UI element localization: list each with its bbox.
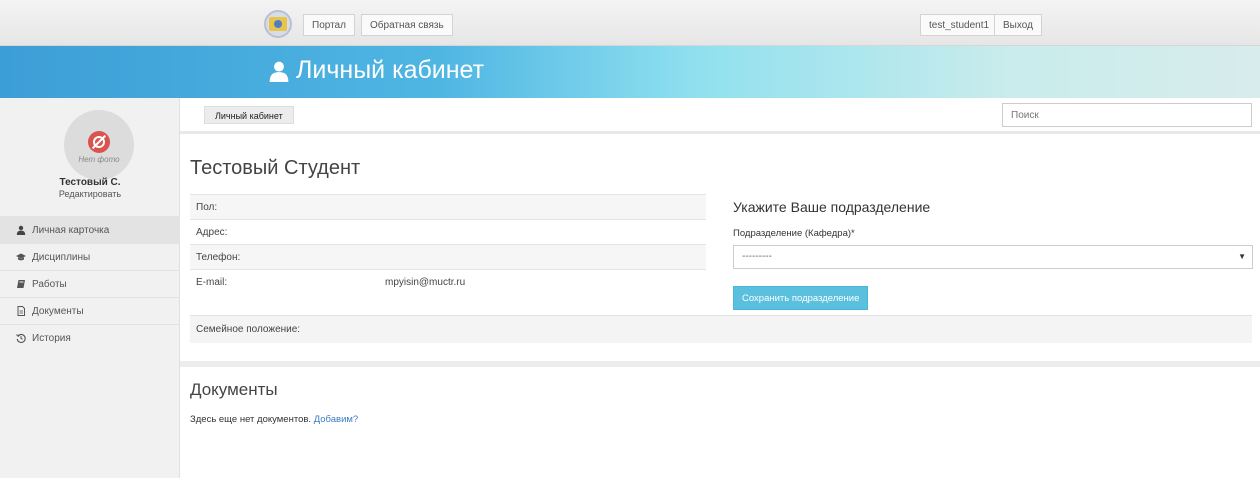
table-row: Пол: — [190, 194, 706, 219]
page-title: Тестовый Студент — [190, 157, 361, 179]
search-input[interactable] — [1002, 103, 1252, 127]
documents-empty-message: Здесь еще нет документов. Добавим? — [190, 414, 358, 425]
table-row: Адрес: — [190, 219, 706, 244]
section-divider — [180, 361, 1260, 367]
breadcrumb[interactable]: Личный кабинет — [204, 106, 294, 124]
avatar: Нет фото — [64, 110, 134, 180]
sidebar-item-personal-card[interactable]: Личная карточка — [0, 216, 180, 243]
sidebar-menu: Личная карточка Дисциплины Работы Докуме… — [0, 216, 180, 351]
documents-empty-text: Здесь еще нет документов. — [190, 414, 312, 425]
logout-button[interactable]: Выход — [994, 14, 1042, 36]
sidebar-item-disciplines[interactable]: Дисциплины — [0, 243, 180, 270]
user-icon — [16, 225, 26, 235]
username-button[interactable]: test_student1 — [920, 14, 999, 36]
feedback-link[interactable]: Обратная связь — [361, 14, 453, 36]
sidebar-item-label: Дисциплины — [32, 251, 91, 263]
banner-title-text: Личный кабинет — [296, 56, 485, 84]
sidebar-item-label: Личная карточка — [32, 224, 110, 236]
phone-label: Телефон: — [196, 251, 241, 263]
caret-down-icon: ▼ — [1238, 252, 1246, 261]
sidebar-item-label: Работы — [32, 278, 67, 290]
department-select[interactable]: --------- ▼ — [733, 245, 1253, 269]
breadcrumb-bar: Личный кабинет — [180, 98, 1260, 134]
sidebar-item-label: Документы — [32, 305, 84, 317]
address-label: Адрес: — [196, 226, 228, 238]
page-banner: Личный кабинет — [0, 46, 1260, 98]
family-status-label: Семейное положение: — [196, 324, 301, 335]
department-selected-value: --------- — [742, 251, 772, 262]
history-icon — [16, 333, 26, 343]
graduation-cap-icon — [16, 253, 26, 261]
edit-profile-link[interactable]: Редактировать — [0, 189, 180, 199]
portal-link[interactable]: Портал — [303, 14, 355, 36]
banner-title: Личный кабинет — [268, 56, 484, 85]
user-short-name: Тестовый С. — [59, 177, 121, 188]
profile-table: Пол: Адрес: Телефон: E-mail: mpyisin@muc… — [190, 194, 706, 294]
table-row: Телефон: — [190, 244, 706, 269]
book-icon — [17, 280, 25, 288]
sidebar-item-works[interactable]: Работы — [0, 270, 180, 297]
table-row: E-mail: mpyisin@muctr.ru — [190, 269, 706, 294]
top-navbar: Портал Обратная связь test_student1 Выхо… — [0, 0, 1260, 46]
no-photo-caption: Нет фото — [78, 154, 120, 164]
no-photo-icon — [88, 130, 110, 153]
documents-title: Документы — [190, 380, 278, 399]
sidebar: Нет фото Тестовый С. Редактировать Лична… — [0, 98, 180, 478]
gender-label: Пол: — [196, 201, 218, 213]
document-icon — [17, 306, 25, 316]
user-icon — [269, 61, 289, 82]
university-logo[interactable] — [264, 10, 292, 38]
email-value: mpyisin@muctr.ru — [385, 276, 466, 288]
add-document-link[interactable]: Добавим? — [314, 414, 359, 425]
department-title: Укажите Ваше подразделение — [733, 199, 931, 215]
sidebar-item-label: История — [32, 332, 71, 344]
table-row: Семейное положение: — [190, 315, 1252, 343]
sidebar-item-documents[interactable]: Документы — [0, 297, 180, 324]
sidebar-item-history[interactable]: История — [0, 324, 180, 351]
save-department-button[interactable]: Сохранить подразделение — [733, 286, 869, 310]
department-label: Подразделение (Кафедра)* — [733, 228, 855, 239]
email-label: E-mail: — [196, 276, 228, 288]
